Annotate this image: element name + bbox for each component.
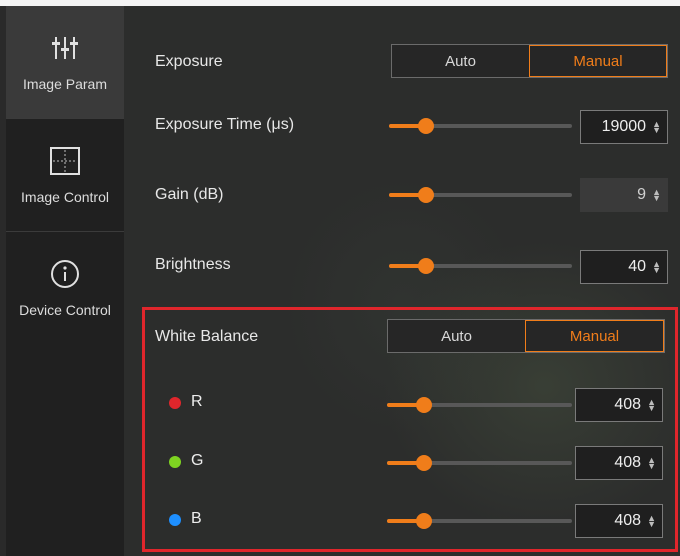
stepper-arrows-icon[interactable]: ▲ ▼ xyxy=(652,260,661,275)
exposure-label: Exposure xyxy=(155,53,223,70)
sidebar-item-label: Image Param xyxy=(22,76,108,92)
brightness-value: 40 xyxy=(628,258,647,275)
brightness-slider[interactable] xyxy=(389,258,572,274)
gain-value: 9 xyxy=(637,186,647,203)
crosshair-frame-icon xyxy=(49,141,81,181)
sliders-icon xyxy=(50,28,80,68)
slider-thumb[interactable] xyxy=(418,187,434,203)
gain-stepper[interactable]: 9 ▲ ▼ xyxy=(580,178,668,212)
info-icon xyxy=(50,254,80,294)
sidebar-item-image-control[interactable]: Image Control xyxy=(6,119,124,231)
exposure-time-value: 19000 xyxy=(601,118,647,135)
white-balance-highlight xyxy=(142,307,678,552)
stepper-arrows-icon[interactable]: ▲ ▼ xyxy=(652,188,661,203)
exposure-time-slider[interactable] xyxy=(389,118,572,134)
exposure-auto-button[interactable]: Auto xyxy=(392,45,529,77)
brightness-stepper[interactable]: 40 ▲ ▼ xyxy=(580,250,668,284)
sidebar-item-label: Device Control xyxy=(19,302,111,318)
sidebar-item-device-control[interactable]: Device Control xyxy=(6,232,124,344)
sidebar-item-label: Image Control xyxy=(21,189,109,205)
slider-thumb[interactable] xyxy=(418,118,434,134)
exposure-manual-button[interactable]: Manual xyxy=(529,45,667,77)
brightness-label: Brightness xyxy=(155,256,231,273)
sidebar: Image Param Image Control Device Control xyxy=(6,6,125,556)
sidebar-item-image-param[interactable]: Image Param xyxy=(6,6,124,118)
stepper-arrows-icon[interactable]: ▲ ▼ xyxy=(652,120,661,135)
exposure-time-label: Exposure Time (μs) xyxy=(155,116,295,133)
gain-label: Gain (dB) xyxy=(155,186,224,203)
exposure-mode-toggle: Auto Manual xyxy=(391,44,668,78)
slider-thumb[interactable] xyxy=(418,258,434,274)
exposure-time-stepper[interactable]: 19000 ▲ ▼ xyxy=(580,110,668,144)
gain-slider[interactable] xyxy=(389,187,572,203)
